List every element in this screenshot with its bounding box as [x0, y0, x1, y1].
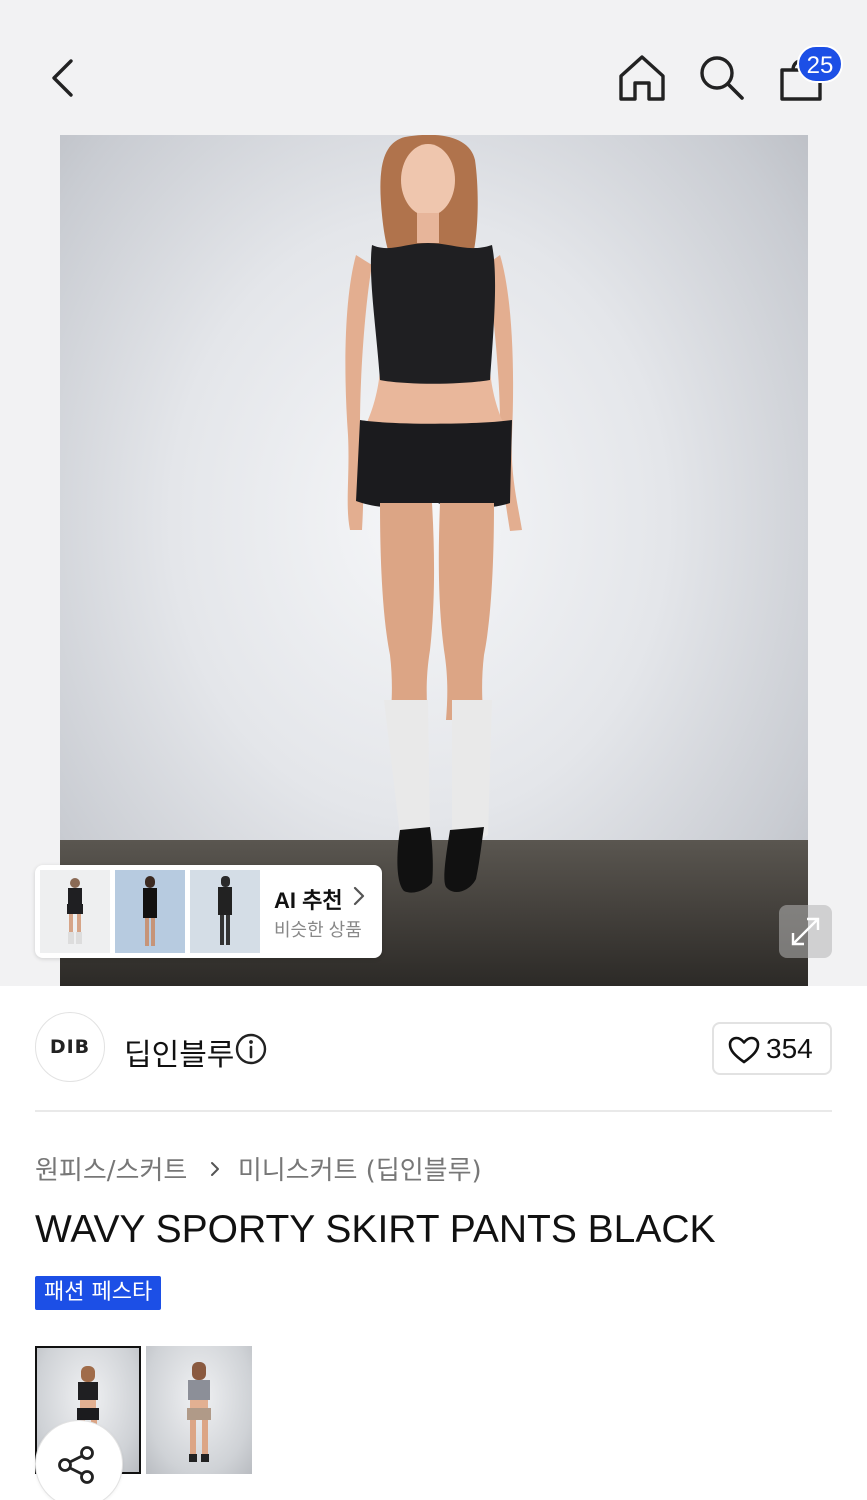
ai-recommendation-card[interactable]: AI 추천 비슷한 상품	[35, 865, 382, 958]
cart-count-badge: 25	[797, 45, 843, 83]
ai-thumb-1[interactable]	[40, 870, 110, 953]
breadcrumb: 원피스/스커트 미니스커트 (딥인블루)	[35, 1150, 482, 1186]
expand-image-button[interactable]	[779, 905, 832, 958]
chevron-right-icon	[210, 1161, 219, 1176]
ai-thumb-3[interactable]	[190, 870, 260, 953]
top-navigation-bar: 25	[0, 0, 867, 135]
product-hero: 25 AI 추천 비슷한 상품	[0, 0, 867, 986]
heart-icon	[728, 1036, 760, 1064]
brand-logo[interactable]: DIB	[35, 1012, 105, 1082]
home-icon[interactable]	[616, 52, 668, 104]
expand-icon	[791, 917, 820, 946]
info-icon[interactable]	[234, 1032, 268, 1066]
brand-row: DIB 딥인블루 354	[35, 1012, 832, 1084]
brand-name[interactable]: 딥인블루	[124, 1030, 234, 1074]
promo-badge[interactable]: 패션 페스타	[35, 1276, 162, 1310]
like-button[interactable]: 354	[712, 1022, 832, 1075]
chevron-right-icon	[353, 886, 365, 906]
gallery-thumb-2[interactable]	[146, 1346, 252, 1474]
breadcrumb-subcategory[interactable]: 미니스커트 (딥인블루)	[238, 1150, 482, 1187]
back-icon[interactable]	[44, 56, 84, 100]
product-main-image[interactable]	[60, 135, 808, 986]
breadcrumb-category[interactable]: 원피스/스커트	[35, 1150, 187, 1187]
share-icon	[58, 1446, 94, 1484]
model-figure	[345, 135, 522, 893]
like-count: 354	[766, 1033, 813, 1064]
divider	[35, 1110, 832, 1112]
ai-recommend-subtitle: 비슷한 상품	[274, 920, 362, 940]
ai-thumb-2[interactable]	[115, 870, 185, 953]
share-button[interactable]	[35, 1420, 123, 1500]
search-icon[interactable]	[696, 52, 748, 104]
ai-recommend-title: AI 추천	[274, 888, 343, 913]
product-title: WAVY SPORTY SKIRT PANTS BLACK	[35, 1208, 716, 1251]
